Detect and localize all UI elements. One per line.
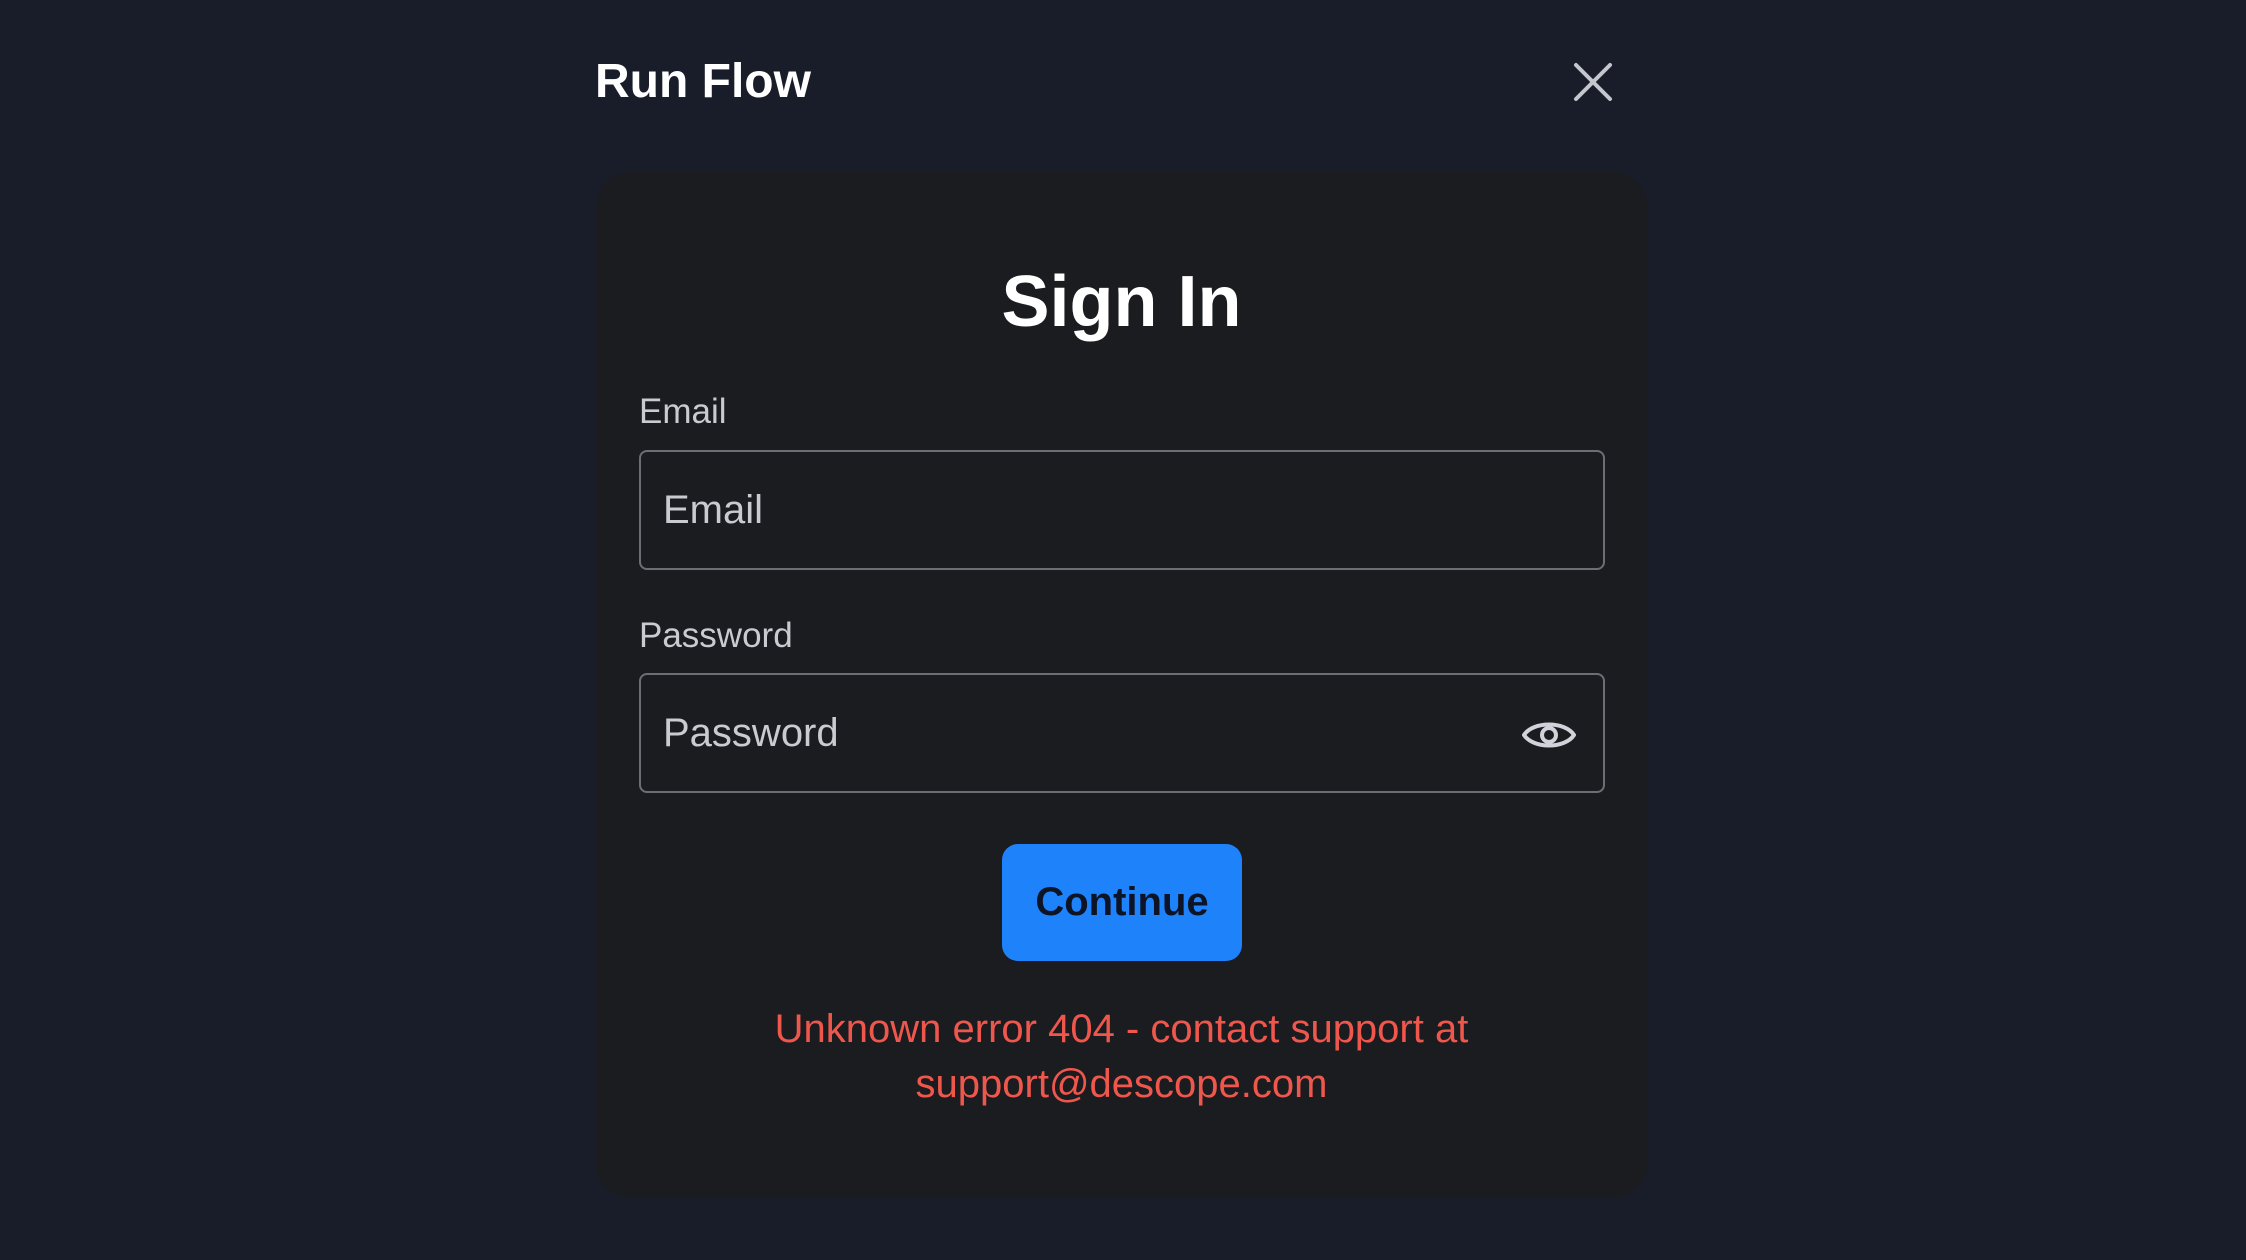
modal-header: Run Flow [595,50,1625,120]
signin-card: Sign In Email Password Continue Unknown … [595,172,1648,1198]
password-input[interactable] [641,675,1603,791]
modal-title: Run Flow [595,55,811,108]
email-input-box [639,450,1605,570]
email-input[interactable] [641,452,1603,568]
email-label: Email [639,392,727,431]
close-button[interactable] [1561,50,1625,114]
password-input-box [639,673,1605,793]
error-message-line-1: Unknown error 404 - contact support at [774,1007,1469,1051]
error-message-line-2: support@descope.com [915,1062,1328,1106]
password-label: Password [639,616,793,655]
error-message: Unknown error 404 - contact support at s… [655,1002,1588,1112]
eye-icon [1522,722,1576,748]
signin-title: Sign In [1001,262,1242,342]
toggle-password-visibility-button[interactable] [1517,703,1581,767]
continue-button[interactable]: Continue [1002,844,1242,961]
close-icon [1574,63,1612,101]
